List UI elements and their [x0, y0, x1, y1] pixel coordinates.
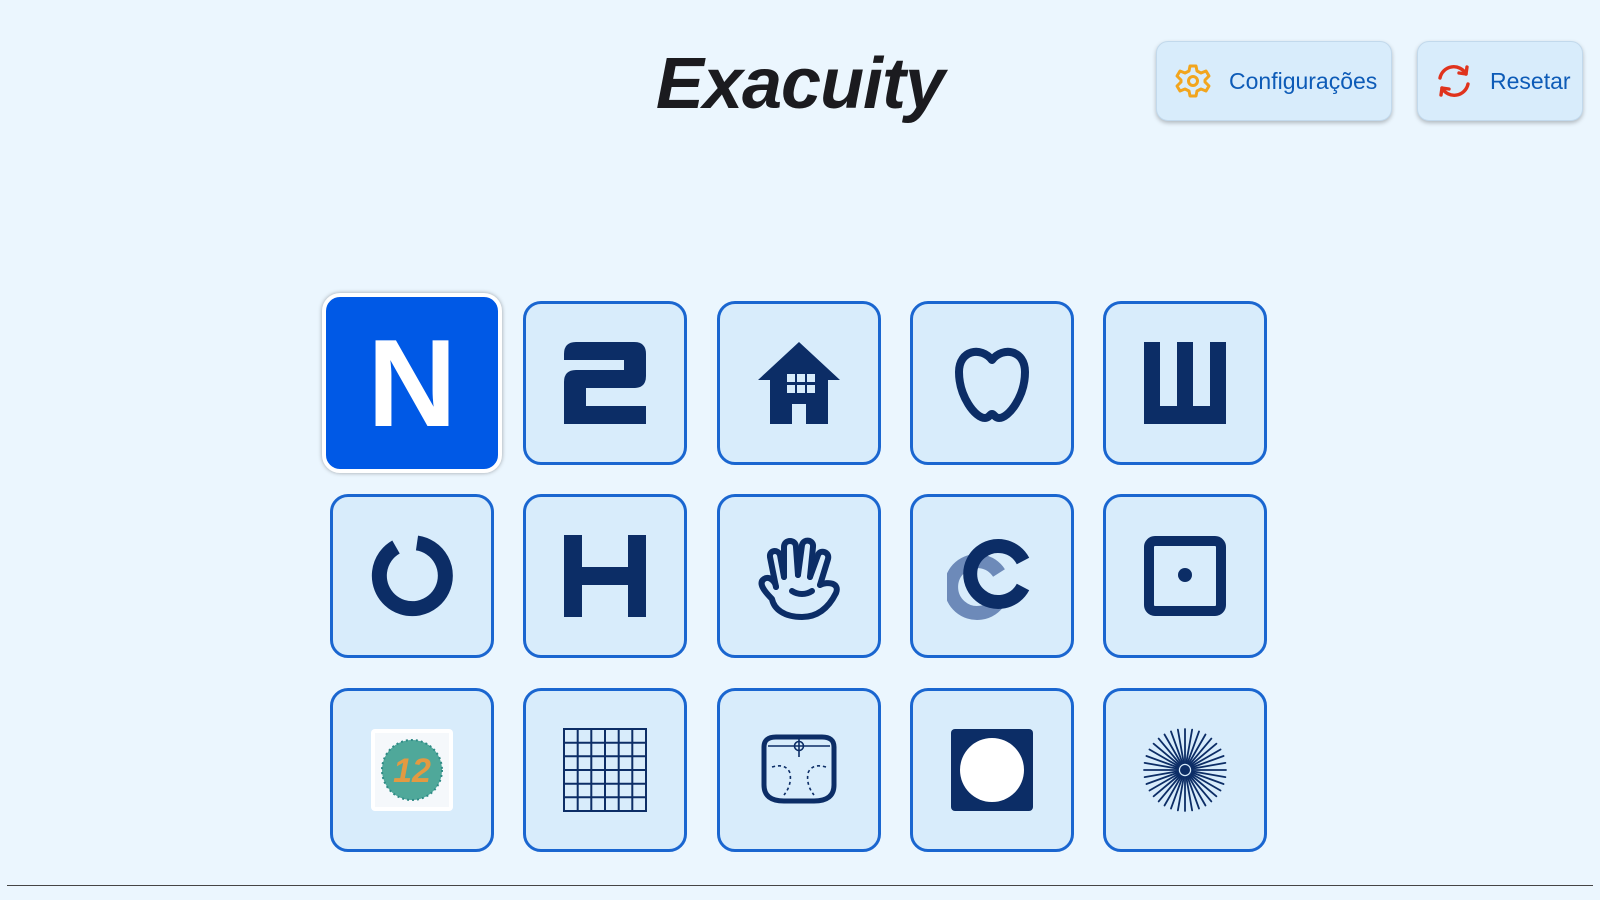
chart-tile-contrast-c[interactable]: [910, 494, 1074, 658]
chart-tile-apple[interactable]: [910, 301, 1074, 465]
refresh-icon: [1434, 61, 1474, 101]
chart-tile-hand[interactable]: [717, 494, 881, 658]
number-2-icon: [564, 342, 646, 424]
astigmatism-dial-icon: [1143, 728, 1227, 812]
gear-icon: [1173, 61, 1213, 101]
house-icon: [758, 342, 840, 424]
chart-tile-square-dot[interactable]: [1103, 494, 1267, 658]
bottom-divider: [7, 885, 1593, 886]
hand-icon: [758, 537, 840, 620]
letter-h-icon: [564, 535, 646, 617]
chart-tile-color-plate[interactable]: 12: [330, 688, 494, 852]
fixation-target-icon: [761, 734, 837, 804]
square-dot-icon: [1144, 536, 1226, 616]
chart-tile-amsler-grid[interactable]: [523, 688, 687, 852]
chart-tile-landolt-c[interactable]: [330, 494, 494, 658]
chart-tile-tumbling-e[interactable]: [1103, 301, 1267, 465]
white-circle-icon: [951, 729, 1033, 811]
letter-n-glyph: N: [367, 333, 457, 433]
chart-tile-astigmatism-dial[interactable]: [1103, 688, 1267, 852]
apple-icon: [955, 347, 1029, 422]
tumbling-e-icon: [1144, 342, 1226, 424]
landolt-c-icon: [371, 535, 453, 617]
chart-tile-letter-n[interactable]: N: [322, 293, 502, 473]
amsler-grid-icon: [563, 728, 647, 812]
letter-n-icon: N: [367, 333, 457, 433]
chart-tile-number-2[interactable]: [523, 301, 687, 465]
contrast-c-icon: [947, 539, 1030, 620]
reset-button[interactable]: Resetar: [1417, 41, 1583, 121]
reset-label: Resetar: [1490, 67, 1571, 94]
color-plate-icon: 12: [371, 729, 453, 811]
settings-button[interactable]: Configurações: [1156, 41, 1392, 121]
color-plate-number: 12: [393, 752, 431, 790]
chart-tile-house[interactable]: [717, 301, 881, 465]
settings-label: Configurações: [1229, 67, 1378, 94]
chart-tile-white-circle[interactable]: [910, 688, 1074, 852]
chart-tile-fixation-target[interactable]: [717, 688, 881, 852]
chart-tile-letter-h[interactable]: [523, 494, 687, 658]
